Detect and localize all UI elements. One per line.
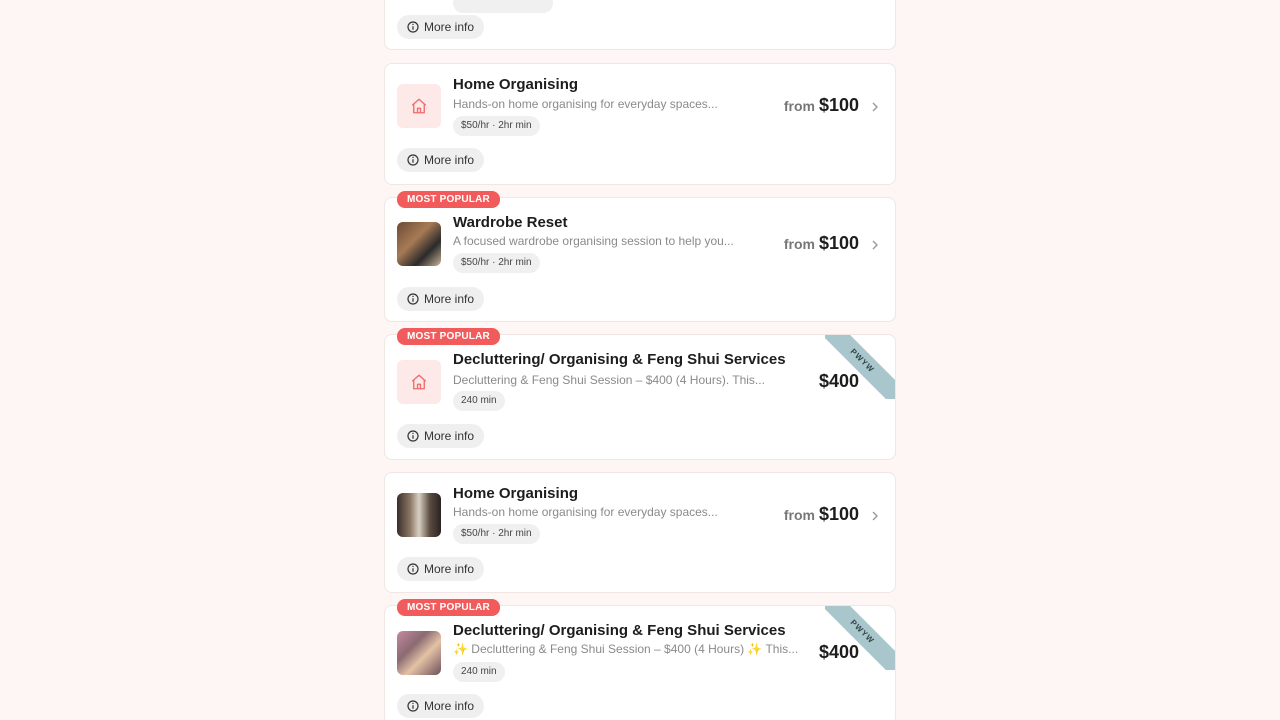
price-amount: $400 [818,371,859,391]
service-price: from $100 [784,504,859,525]
more-info-label: More info [424,562,475,576]
chevron-right-icon[interactable] [869,101,881,113]
price-amount: $100 [818,233,859,253]
service-price: from $100 [784,95,859,116]
most-popular-badge: MOST POPULAR [397,599,500,616]
more-info-button[interactable]: More info [397,148,485,172]
duration-pill: 240 min [453,662,505,682]
info-icon [407,563,419,575]
home-icon [411,374,427,390]
more-info-button[interactable]: More info [397,694,485,718]
service-card[interactable]: Home Organising Hands-on home organising… [384,63,896,185]
most-popular-badge: MOST POPULAR [397,328,500,345]
service-price: $400 [819,642,859,663]
service-description: A focused wardrobe organising session to… [453,234,734,248]
service-card[interactable]: More info [384,0,896,50]
rate-pill: $50/hr · 2hr min [453,116,540,136]
service-title: Home Organising [453,485,579,502]
rate-pill: $50/hr · 2hr min [453,253,540,273]
most-popular-badge: MOST POPULAR [397,191,500,208]
price-amount: $400 [818,642,859,662]
service-title: Decluttering/ Organising & Feng Shui Ser… [453,622,786,639]
duration-pill: 240 min [453,391,505,411]
more-info-label: More info [424,429,475,443]
service-thumbnail [397,84,441,128]
service-title: Decluttering/ Organising & Feng Shui Ser… [453,351,786,368]
service-photo [397,631,441,675]
service-card[interactable]: MOST POPULAR PWYW Decluttering/ Organisi… [384,599,896,720]
more-info-button[interactable]: More info [397,15,485,39]
service-price: $400 [819,371,859,392]
service-description: Hands-on home organising for everyday sp… [453,97,718,111]
service-title: Wardrobe Reset [453,214,568,231]
service-price: from $100 [784,233,859,254]
more-info-label: More info [424,292,475,306]
service-card[interactable]: Home Organising Hands-on home organising… [384,472,896,593]
price-from-label: from [783,98,815,114]
info-icon [407,430,419,442]
info-icon [407,154,419,166]
price-amount: $100 [818,95,859,115]
service-description: Hands-on home organising for everyday sp… [453,505,718,519]
price-from-label: from [783,507,815,523]
info-icon [407,700,419,712]
more-info-button[interactable]: More info [397,557,485,581]
service-description: ✨ Decluttering & Feng Shui Session – $40… [453,642,799,656]
home-icon [411,98,427,114]
price-amount: $100 [818,504,859,524]
info-icon [407,21,419,33]
service-photo [397,493,441,537]
more-info-label: More info [424,153,475,167]
service-title: Home Organising [453,76,579,93]
more-info-label: More info [424,20,475,34]
service-description: Decluttering & Feng Shui Session – $400 … [453,373,765,387]
service-thumbnail [397,360,441,404]
info-icon [407,293,419,305]
more-info-button[interactable]: More info [397,287,485,311]
chevron-right-icon[interactable] [869,239,881,251]
more-info-button[interactable]: More info [397,424,485,448]
rate-pill: $50/hr · 2hr min [453,524,540,544]
service-card[interactable]: MOST POPULAR PWYW Decluttering/ Organisi… [384,328,896,460]
chevron-right-icon[interactable] [869,510,881,522]
duration-pill [453,0,553,13]
more-info-label: More info [424,699,475,713]
service-card[interactable]: MOST POPULAR Wardrobe Reset A focused wa… [384,191,896,322]
service-photo [397,222,441,266]
price-from-label: from [783,236,815,252]
